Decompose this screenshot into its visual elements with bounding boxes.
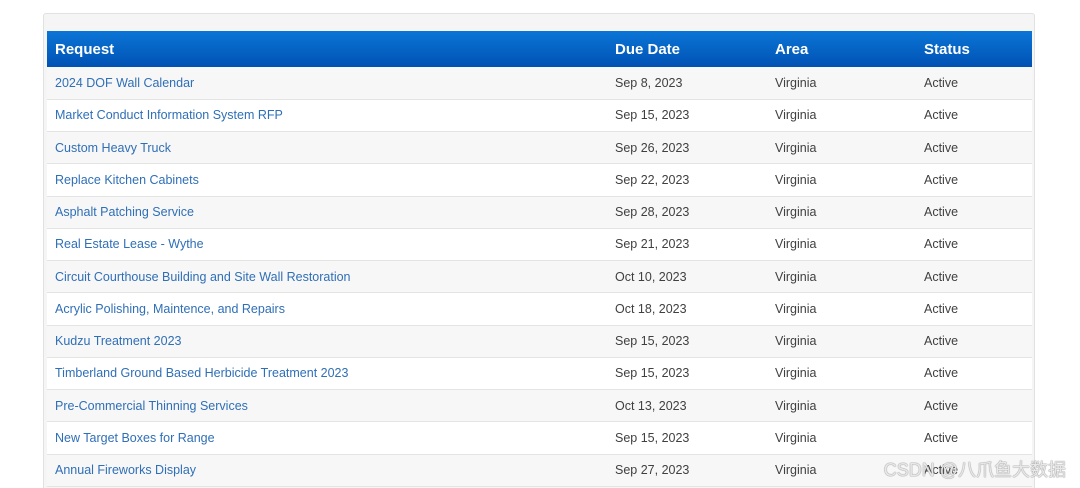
table-row[interactable]: Acrylic Polishing, Maintence, and Repair… <box>47 292 1032 326</box>
status-cell: Active <box>916 325 1032 358</box>
request-cell: Timberland Ground Based Herbicide Treatm… <box>47 357 607 391</box>
due-date-cell: Oct 10, 2023 <box>607 260 767 294</box>
header-due-date[interactable]: Due Date <box>607 31 767 67</box>
area-cell: Virginia <box>767 292 916 326</box>
request-cell: Replace Kitchen Cabinets <box>47 163 607 197</box>
area-cell: Virginia <box>767 67 916 100</box>
request-link[interactable]: Circuit Courthouse Building and Site Wal… <box>55 270 351 284</box>
request-cell: Circuit Courthouse Building and Site Wal… <box>47 260 607 294</box>
request-cell: 2024 DOF Wall Calendar <box>47 67 607 100</box>
header-status[interactable]: Status <box>916 31 1032 67</box>
area-cell: Virginia <box>767 421 916 455</box>
header-request[interactable]: Request <box>47 31 607 67</box>
table-row[interactable]: Real Estate Lease - Wythe Sep 21, 2023 Vir… <box>47 228 1032 262</box>
table-body: 2024 DOF Wall Calendar Sep 8, 2023 Virgini… <box>47 67 1032 487</box>
due-date-cell: Sep 26, 2023 <box>607 131 767 165</box>
table-header: Request Due Date Area Status <box>47 31 1032 67</box>
request-link[interactable]: Annual Fireworks Display <box>55 463 196 477</box>
status-cell: Active <box>916 67 1032 100</box>
request-cell: Real Estate Lease - Wythe <box>47 228 607 262</box>
area-cell: Virginia <box>767 228 916 262</box>
due-date-cell: Oct 13, 2023 <box>607 389 767 423</box>
due-date-cell: Sep 15, 2023 <box>607 325 767 358</box>
request-link[interactable]: New Target Boxes for Range <box>55 431 215 445</box>
due-date-cell: Sep 15, 2023 <box>607 421 767 455</box>
request-link[interactable]: Real Estate Lease - Wythe <box>55 237 204 251</box>
status-cell: Active <box>916 292 1032 326</box>
area-cell: Virginia <box>767 131 916 165</box>
request-cell: Pre-Commercial Thinning Services <box>47 389 607 423</box>
header-area[interactable]: Area <box>767 31 916 67</box>
status-cell: Active <box>916 131 1032 165</box>
request-cell: Market Conduct Information System RFP <box>47 99 607 133</box>
results-panel: Request Due Date Area Status 2024 DOF Wa… <box>43 13 1035 488</box>
request-link[interactable]: Replace Kitchen Cabinets <box>55 173 199 187</box>
due-date-cell: Sep 28, 2023 <box>607 196 767 229</box>
area-cell: Virginia <box>767 163 916 197</box>
status-cell: Active <box>916 99 1032 133</box>
status-cell: Active <box>916 421 1032 455</box>
due-date-cell: Sep 22, 2023 <box>607 163 767 197</box>
request-cell: Acrylic Polishing, Maintence, and Repair… <box>47 292 607 326</box>
status-cell: Active <box>916 196 1032 229</box>
request-link[interactable]: Acrylic Polishing, Maintence, and Repair… <box>55 302 285 316</box>
request-link[interactable]: Pre-Commercial Thinning Services <box>55 399 248 413</box>
request-link[interactable]: Timberland Ground Based Herbicide Treatm… <box>55 366 348 380</box>
area-cell: Virginia <box>767 389 916 423</box>
request-link[interactable]: Custom Heavy Truck <box>55 141 171 155</box>
request-cell: Custom Heavy Truck <box>47 131 607 165</box>
due-date-cell: Sep 8, 2023 <box>607 67 767 100</box>
status-cell: Active <box>916 228 1032 262</box>
request-cell: Asphalt Patching Service <box>47 196 607 229</box>
requests-table: Request Due Date Area Status 2024 DOF Wa… <box>47 31 1032 487</box>
due-date-cell: Sep 21, 2023 <box>607 228 767 262</box>
table-row[interactable]: Custom Heavy Truck Sep 26, 2023 Virginia Ac… <box>47 131 1032 165</box>
status-cell: Active <box>916 163 1032 197</box>
watermark: CSDN @八爪鱼大数据 <box>883 460 1066 480</box>
area-cell: Virginia <box>767 325 916 358</box>
request-link[interactable]: 2024 DOF Wall Calendar <box>55 76 194 90</box>
table-row[interactable]: Asphalt Patching Service Sep 28, 2023 Virg… <box>47 196 1032 229</box>
area-cell: Virginia <box>767 357 916 391</box>
request-link[interactable]: Kudzu Treatment 2023 <box>55 334 181 348</box>
request-link[interactable]: Asphalt Patching Service <box>55 205 194 219</box>
request-cell: New Target Boxes for Range <box>47 421 607 455</box>
area-cell: Virginia <box>767 260 916 294</box>
due-date-cell: Sep 15, 2023 <box>607 357 767 391</box>
table-row[interactable]: Pre-Commercial Thinning Services Oct 13, … <box>47 389 1032 423</box>
table-row[interactable]: Kudzu Treatment 2023 Sep 15, 2023 Virginia… <box>47 325 1032 358</box>
area-cell: Virginia <box>767 196 916 229</box>
request-cell: Kudzu Treatment 2023 <box>47 325 607 358</box>
status-cell: Active <box>916 389 1032 423</box>
table-row[interactable]: 2024 DOF Wall Calendar Sep 8, 2023 Virgini… <box>47 67 1032 100</box>
table-row[interactable]: Market Conduct Information System RFP Sep… <box>47 99 1032 133</box>
area-cell: Virginia <box>767 99 916 133</box>
table-row[interactable]: New Target Boxes for Range Sep 15, 2023 Vi… <box>47 421 1032 455</box>
request-cell: Annual Fireworks Display <box>47 454 607 487</box>
due-date-cell: Oct 18, 2023 <box>607 292 767 326</box>
table-row[interactable]: Timberland Ground Based Herbicide Treatm… <box>47 357 1032 391</box>
request-link[interactable]: Market Conduct Information System RFP <box>55 108 283 122</box>
table-row[interactable]: Replace Kitchen Cabinets Sep 22, 2023 Virg… <box>47 163 1032 197</box>
header-row: Request Due Date Area Status <box>47 31 1032 67</box>
table-row[interactable]: Circuit Courthouse Building and Site Wal… <box>47 260 1032 294</box>
due-date-cell: Sep 15, 2023 <box>607 99 767 133</box>
due-date-cell: Sep 27, 2023 <box>607 454 767 487</box>
status-cell: Active <box>916 357 1032 391</box>
status-cell: Active <box>916 260 1032 294</box>
